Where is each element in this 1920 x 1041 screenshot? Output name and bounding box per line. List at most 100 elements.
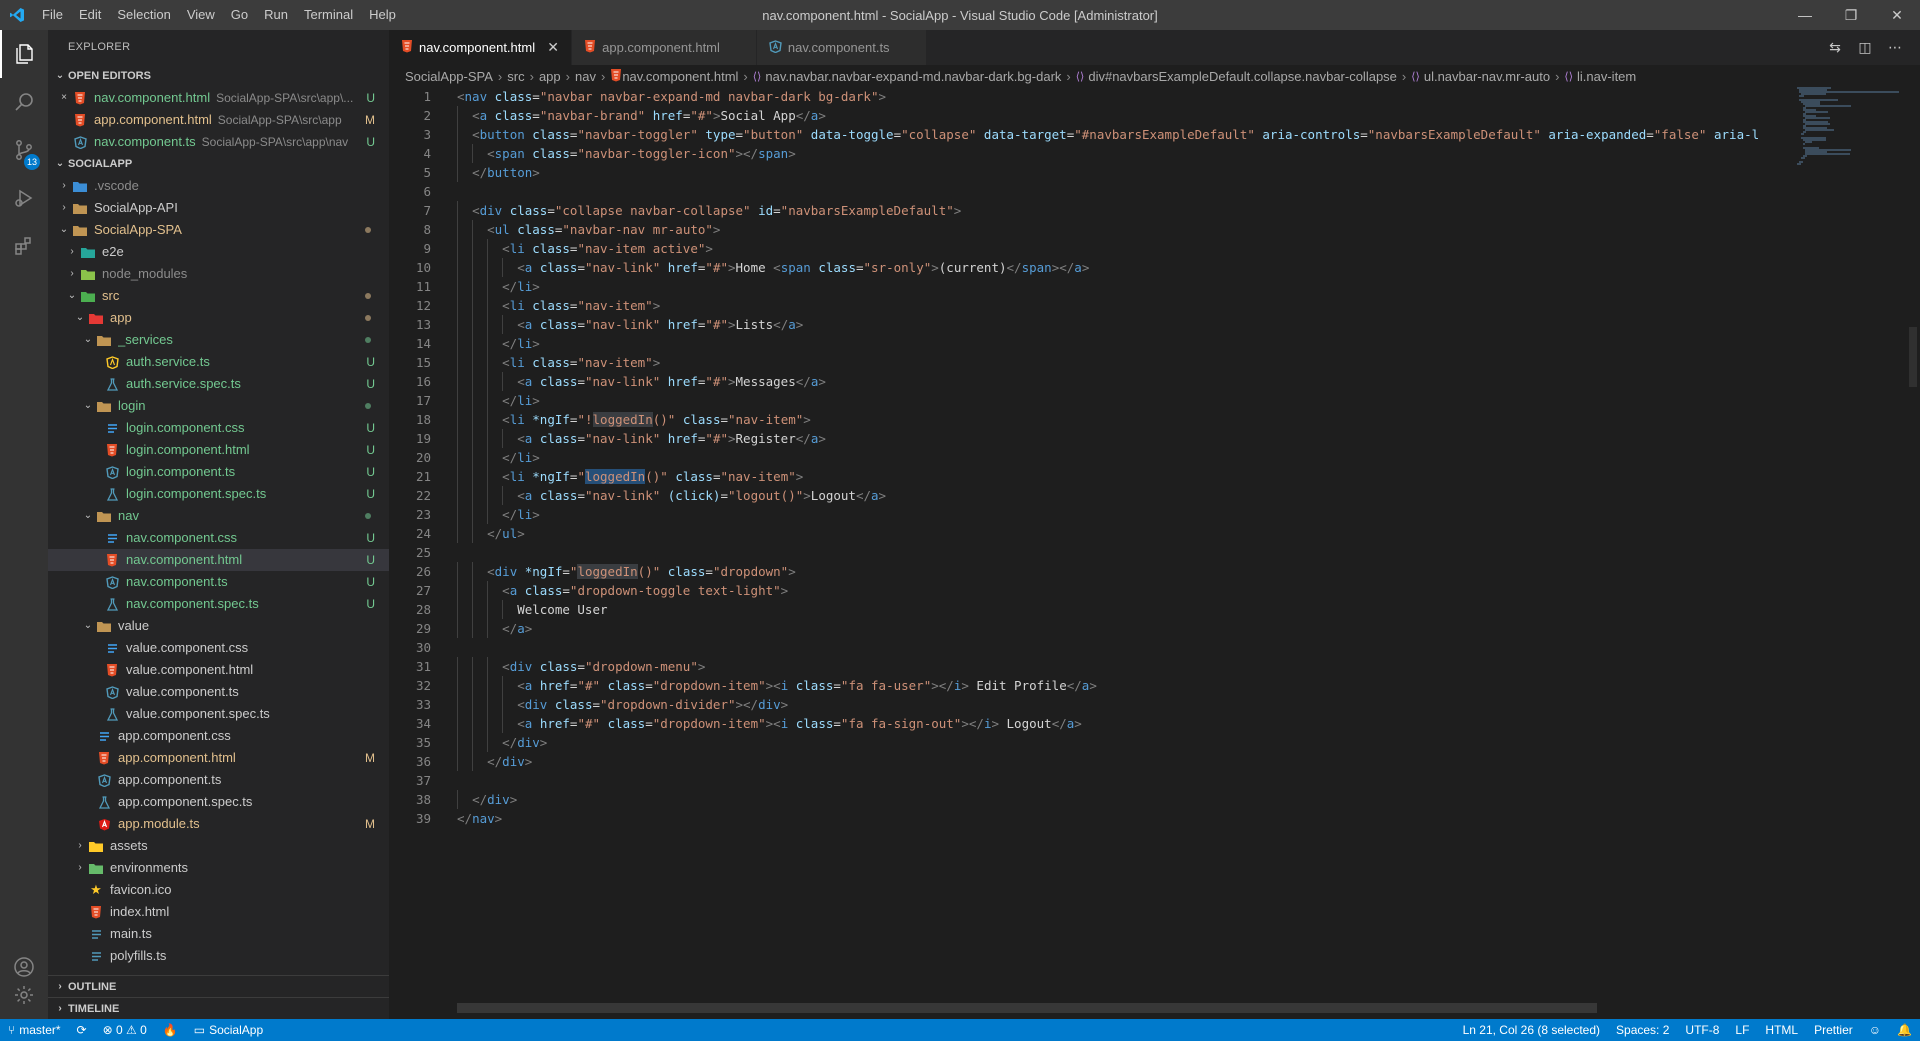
live-share-icon[interactable]: 🔥 xyxy=(155,1023,186,1037)
file-item[interactable]: main.ts xyxy=(48,923,389,945)
file-item[interactable]: app.component.ts xyxy=(48,769,389,791)
file-item[interactable]: nav.component.html U xyxy=(48,549,389,571)
code-line[interactable]: 16 <a class="nav-link" href="#">Messages… xyxy=(389,372,1789,391)
file-item[interactable]: nav.component.css U xyxy=(48,527,389,549)
menu-item-help[interactable]: Help xyxy=(361,0,404,30)
code-line[interactable]: 35 </div> xyxy=(389,733,1789,752)
code-line[interactable]: 34 <a href="#" class="dropdown-item"><i … xyxy=(389,714,1789,733)
code-line[interactable]: 25 xyxy=(389,543,1789,562)
breadcrumb-item[interactable]: nav.navbar.navbar-expand-md.navbar-dark.… xyxy=(765,69,1061,84)
menu-item-selection[interactable]: Selection xyxy=(109,0,178,30)
breadcrumb-item[interactable]: li.nav-item xyxy=(1577,69,1636,84)
breadcrumb-item[interactable]: nav xyxy=(575,69,596,84)
code-line[interactable]: 14 </li> xyxy=(389,334,1789,353)
breadcrumb-item[interactable]: app xyxy=(539,69,561,84)
folder-item[interactable]: ⌄ login xyxy=(48,395,389,417)
menu-item-file[interactable]: File xyxy=(34,0,71,30)
file-item[interactable]: polyfills.ts xyxy=(48,945,389,967)
code-line[interactable]: 23 </li> xyxy=(389,505,1789,524)
encoding-setting[interactable]: UTF-8 xyxy=(1677,1023,1727,1037)
code-line[interactable]: 21 <li *ngIf="loggedIn()" class="nav-ite… xyxy=(389,467,1789,486)
source-control-icon[interactable]: 13 xyxy=(0,126,48,174)
code-line[interactable]: 24 </ul> xyxy=(389,524,1789,543)
folder-item[interactable]: › environments xyxy=(48,857,389,879)
menu-item-go[interactable]: Go xyxy=(223,0,256,30)
code-line[interactable]: 17 </li> xyxy=(389,391,1789,410)
minimap[interactable] xyxy=(1797,87,1907,167)
branch-indicator[interactable]: ⑂ master* xyxy=(0,1023,69,1037)
cursor-position[interactable]: Ln 21, Col 26 (8 selected) xyxy=(1455,1023,1608,1037)
folder-item[interactable]: ⌄ src xyxy=(48,285,389,307)
run-debug-icon[interactable] xyxy=(0,174,48,222)
breadcrumb-item[interactable]: src xyxy=(507,69,524,84)
folder-item[interactable]: ⌄ app xyxy=(48,307,389,329)
open-editor-item[interactable]: nav.component.ts SocialApp-SPA\src\app\na… xyxy=(48,131,389,153)
workspace-indicator[interactable]: ▭ SocialApp xyxy=(186,1023,271,1037)
code-line[interactable]: 38 </div> xyxy=(389,790,1789,809)
code-line[interactable]: 6 xyxy=(389,182,1789,201)
manage-gear-icon[interactable] xyxy=(0,971,48,1019)
file-item[interactable]: login.component.ts U xyxy=(48,461,389,483)
file-item[interactable]: index.html xyxy=(48,901,389,923)
file-item[interactable]: app.component.spec.ts xyxy=(48,791,389,813)
code-line[interactable]: 7 <div class="collapse navbar-collapse" … xyxy=(389,201,1789,220)
file-item[interactable]: app.component.html M xyxy=(48,747,389,769)
close-window-button[interactable]: ✕ xyxy=(1874,0,1920,30)
more-actions-icon[interactable]: ⋯ xyxy=(1880,39,1910,56)
code-line[interactable]: 39 </nav> xyxy=(389,809,1789,828)
folder-item[interactable]: ⌄ nav xyxy=(48,505,389,527)
language-mode[interactable]: HTML xyxy=(1757,1023,1806,1037)
code-line[interactable]: 19 <a class="nav-link" href="#">Register… xyxy=(389,429,1789,448)
indentation-setting[interactable]: Spaces: 2 xyxy=(1608,1023,1677,1037)
split-editor-icon[interactable]: ◫ xyxy=(1850,39,1880,56)
code-line[interactable]: 18 <li *ngIf="!loggedIn()" class="nav-it… xyxy=(389,410,1789,429)
code-line[interactable]: 2 <a class="navbar-brand" href="#">Socia… xyxy=(389,106,1789,125)
breadcrumb-item[interactable]: ul.navbar-nav.mr-auto xyxy=(1424,69,1550,84)
file-item[interactable]: nav.component.spec.ts U xyxy=(48,593,389,615)
close-icon[interactable]: × xyxy=(56,87,72,109)
open-editors-header[interactable]: ⌄ OPEN EDITORS xyxy=(48,65,389,87)
menu-item-edit[interactable]: Edit xyxy=(71,0,109,30)
problems-indicator[interactable]: ⊗ 0 ⚠ 0 xyxy=(95,1023,155,1037)
code-line[interactable]: 1 <nav class="navbar navbar-expand-md nav… xyxy=(389,87,1789,106)
code-line[interactable]: 27 <a class="dropdown-toggle text-light"… xyxy=(389,581,1789,600)
tab-nav-component-html[interactable]: nav.component.html ✕ xyxy=(389,30,573,65)
code-line[interactable]: 8 <ul class="navbar-nav mr-auto"> xyxy=(389,220,1789,239)
file-item[interactable]: value.component.css xyxy=(48,637,389,659)
close-icon[interactable]: ✕ xyxy=(545,39,561,56)
file-item[interactable]: login.component.css U xyxy=(48,417,389,439)
code-line[interactable]: 5 </button> xyxy=(389,163,1789,182)
breadcrumb-item[interactable]: nav.component.html xyxy=(622,69,738,84)
workspace-header[interactable]: ⌄ SOCIALAPP xyxy=(48,153,389,175)
file-item[interactable]: ★ favicon.ico xyxy=(48,879,389,901)
file-item[interactable]: app.component.css xyxy=(48,725,389,747)
folder-item[interactable]: ⌄ _services xyxy=(48,329,389,351)
folder-item[interactable]: › node_modules xyxy=(48,263,389,285)
menu-item-run[interactable]: Run xyxy=(256,0,296,30)
timeline-header[interactable]: › TIMELINE xyxy=(48,997,389,1019)
extensions-icon[interactable] xyxy=(0,222,48,270)
feedback-icon[interactable]: ☺ xyxy=(1861,1023,1889,1037)
notifications-bell-icon[interactable]: 🔔 xyxy=(1889,1023,1920,1037)
code-line[interactable]: 9 <li class="nav-item active"> xyxy=(389,239,1789,258)
folder-item[interactable]: › .vscode xyxy=(48,175,389,197)
folder-item[interactable]: ⌄ value xyxy=(48,615,389,637)
menu-item-view[interactable]: View xyxy=(179,0,223,30)
file-item[interactable]: value.component.html xyxy=(48,659,389,681)
code-line[interactable]: 12 <li class="nav-item"> xyxy=(389,296,1789,315)
code-line[interactable]: 29 </a> xyxy=(389,619,1789,638)
tab-app-component-html[interactable]: app.component.html xyxy=(572,30,757,65)
horizontal-scrollbar[interactable] xyxy=(457,1003,1597,1013)
eol-setting[interactable]: LF xyxy=(1727,1023,1757,1037)
file-item[interactable]: value.component.spec.ts xyxy=(48,703,389,725)
menu-item-terminal[interactable]: Terminal xyxy=(296,0,361,30)
restore-button[interactable]: ❐ xyxy=(1828,0,1874,30)
code-line[interactable]: 31 <div class="dropdown-menu"> xyxy=(389,657,1789,676)
code-line[interactable]: 3 <button class="navbar-toggler" type="b… xyxy=(389,125,1789,144)
code-line[interactable]: 37 xyxy=(389,771,1789,790)
file-item[interactable]: auth.service.spec.ts U xyxy=(48,373,389,395)
folder-item[interactable]: › e2e xyxy=(48,241,389,263)
code-line[interactable]: 22 <a class="nav-link" (click)="logout()… xyxy=(389,486,1789,505)
code-line[interactable]: 15 <li class="nav-item"> xyxy=(389,353,1789,372)
breadcrumb-item[interactable]: div#navbarsExampleDefault.collapse.navba… xyxy=(1088,69,1397,84)
